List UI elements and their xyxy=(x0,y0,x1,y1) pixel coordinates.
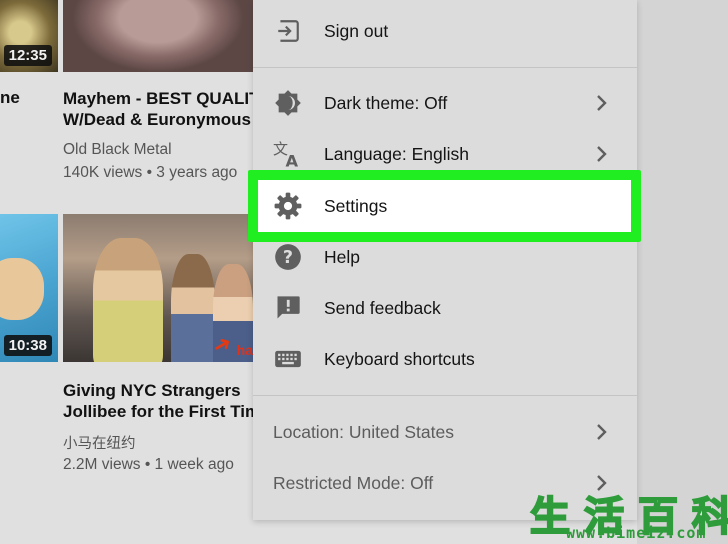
watermark: 生活百科 www.bimeiz.com xyxy=(528,484,728,544)
video-duration: 10:38 xyxy=(3,335,52,356)
menu-item-keyboard-shortcuts[interactable]: Keyboard shortcuts xyxy=(253,334,637,384)
channel-name[interactable]: 小马在纽约 xyxy=(63,432,136,453)
svg-text:?: ? xyxy=(283,248,293,268)
menu-item-label: Send feedback xyxy=(324,297,441,318)
menu-item-location[interactable]: Location: United States xyxy=(253,407,637,457)
menu-item-label: Restricted Mode: Off xyxy=(273,472,434,493)
svg-text:A: A xyxy=(286,152,299,170)
video-stats: 2.2M views • 1 week ago xyxy=(63,456,234,473)
menu-divider xyxy=(253,67,637,68)
thumbnail-overlay-text: ha xyxy=(236,342,253,358)
video-title[interactable]: ne xyxy=(0,88,20,108)
sign-out-icon xyxy=(273,16,303,46)
menu-item-label: Settings xyxy=(324,195,388,216)
video-duration: 12:35 xyxy=(3,45,52,66)
chevron-right-icon xyxy=(593,420,611,444)
menu-item-settings[interactable]: Settings xyxy=(258,180,631,232)
video-thumbnail[interactable]: 10:38 xyxy=(0,214,58,362)
feedback-icon xyxy=(273,293,303,323)
thumbnail-person xyxy=(171,254,215,362)
menu-item-dark-theme[interactable]: Dark theme: Off xyxy=(253,78,637,128)
translate-icon: 文 A xyxy=(273,139,303,169)
menu-item-label: Dark theme: Off xyxy=(324,92,448,113)
video-thumbnail[interactable] xyxy=(63,0,253,72)
channel-name[interactable]: Old Black Metal xyxy=(63,141,172,159)
menu-item-send-feedback[interactable]: Send feedback xyxy=(253,283,637,333)
watermark-url: www.bimeiz.com xyxy=(566,524,707,542)
thumbnail-person xyxy=(93,238,163,362)
menu-item-label: Help xyxy=(324,246,360,267)
menu-item-sign-out[interactable]: Sign out xyxy=(253,6,637,56)
menu-item-label: Sign out xyxy=(324,20,389,41)
help-icon: ? xyxy=(273,242,303,272)
video-stats: 140K views • 3 years ago xyxy=(63,164,238,181)
video-title-line-1[interactable]: Giving NYC Strangers xyxy=(63,380,241,401)
chevron-right-icon xyxy=(593,91,611,115)
video-title-line-2[interactable]: W/Dead & Euronymous xyxy=(63,109,251,130)
gear-icon xyxy=(273,191,303,221)
video-title-line-1[interactable]: Mayhem - BEST QUALIT xyxy=(63,88,259,109)
video-title-line-2[interactable]: Jollibee for the First Tim xyxy=(63,401,260,422)
menu-item-label: Language: English xyxy=(324,143,469,164)
chevron-right-icon xyxy=(593,142,611,166)
background-scrim xyxy=(637,0,728,544)
keyboard-icon xyxy=(273,344,303,374)
thumbnail-graphic xyxy=(0,258,44,320)
menu-item-label: Keyboard shortcuts xyxy=(324,348,475,369)
menu-divider xyxy=(253,395,637,396)
dark-theme-icon xyxy=(273,88,303,118)
account-menu: Sign out Dark theme: Off 文 A Language: E… xyxy=(253,0,637,520)
menu-item-label: Location: United States xyxy=(273,421,454,442)
video-thumbnail[interactable]: 12:35 xyxy=(0,0,58,72)
video-thumbnail[interactable]: ➜ ha xyxy=(63,214,253,362)
